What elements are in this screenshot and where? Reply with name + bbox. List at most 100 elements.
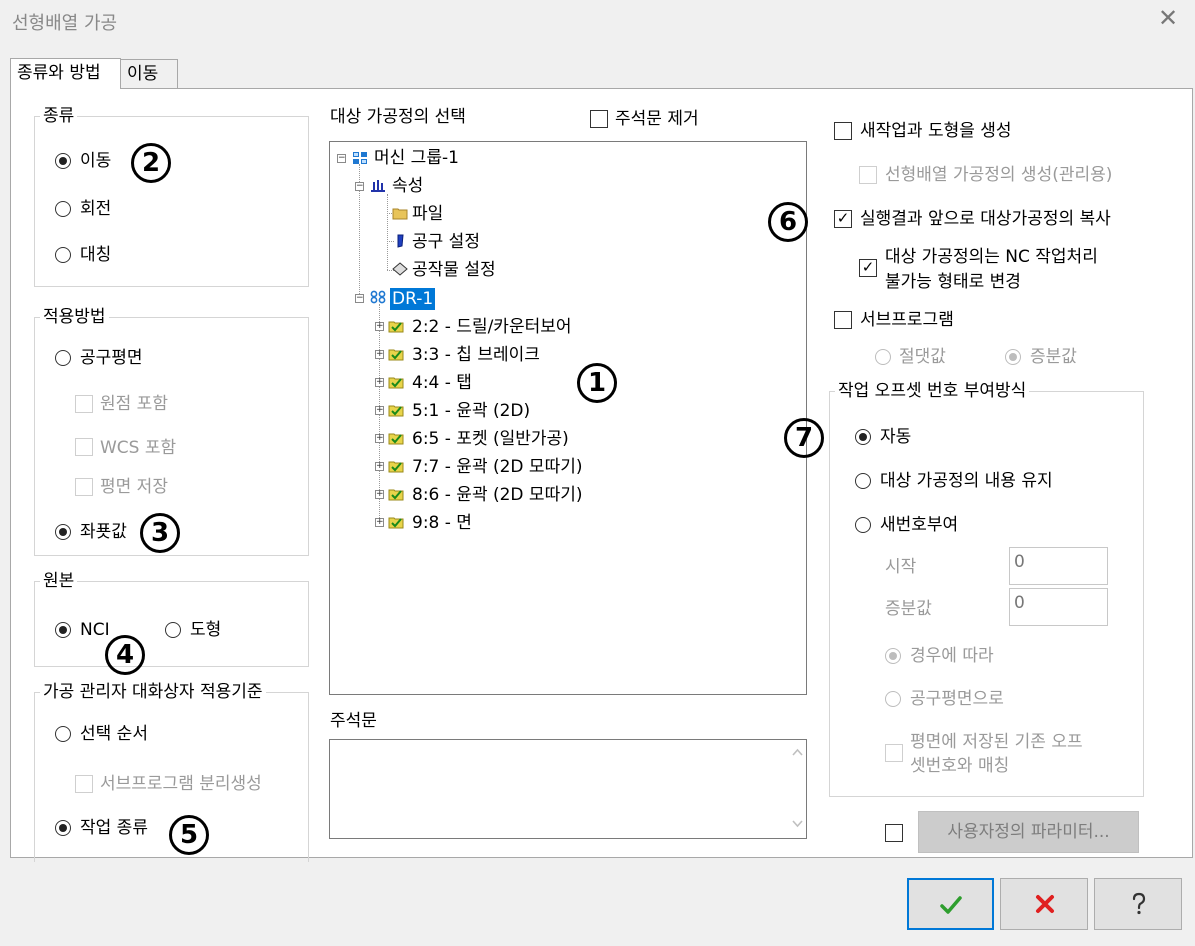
manager-group-label: 가공 관리자 대화상자 적용기준 — [40, 682, 266, 702]
callout-7: 7 — [784, 418, 824, 458]
origin-include-label: 원점 포함 — [100, 394, 168, 414]
plane-save-checkbox[interactable] — [75, 478, 93, 496]
new-op-geometry-checkbox[interactable] — [834, 122, 852, 140]
match-offset-label-line2: 셋번호와 매칭 — [910, 756, 1010, 776]
source-group-label: 원본 — [40, 571, 78, 591]
as-case-label: 경우에 따라 — [910, 646, 994, 666]
offset-group-label: 작업 오프셋 번호 부여방식 — [835, 381, 1030, 401]
as-case-radio[interactable] — [885, 648, 901, 664]
offset-keep-radio[interactable] — [855, 473, 871, 489]
remove-comments-checkbox[interactable] — [590, 110, 608, 128]
tab-type-method[interactable]: 종류와 방법 — [10, 58, 121, 89]
expand-icon[interactable]: + — [375, 322, 384, 331]
wcs-include-checkbox[interactable] — [75, 438, 93, 456]
operation-folder-icon — [388, 461, 404, 473]
offset-renumber-label: 새번호부여 — [880, 515, 959, 535]
tree-operation[interactable]: 5:1 - 윤곽 (2D) — [412, 400, 530, 422]
tree-file[interactable]: 파일 — [412, 203, 443, 225]
scroll-up-icon[interactable] — [792, 748, 803, 756]
tree-operation[interactable]: 8:6 - 윤곽 (2D 모따기) — [412, 484, 582, 506]
tree-operation[interactable]: 2:2 - 드릴/카운터보어 — [412, 316, 572, 338]
offset-auto-radio[interactable] — [855, 429, 871, 445]
window-title: 선형배열 가공 — [12, 13, 118, 34]
copy-before-after-checkbox[interactable]: ✓ — [834, 210, 852, 228]
method-coordinates-radio[interactable] — [55, 524, 71, 540]
expand-icon[interactable]: + — [375, 350, 384, 359]
scroll-down-icon[interactable] — [792, 820, 803, 828]
disable-nc-checkbox[interactable]: ✓ — [859, 259, 877, 277]
expand-icon[interactable]: + — [375, 406, 384, 415]
collapse-icon[interactable]: − — [337, 154, 346, 163]
operation-tree[interactable]: − 머신 그룹-1 − 속성 파일 공구 설정 공작물 설정 − DR-1 + … — [329, 141, 807, 695]
expand-icon[interactable]: + — [375, 490, 384, 499]
tree-tool-settings[interactable]: 공구 설정 — [412, 231, 480, 253]
method-group-label: 적용방법 — [40, 307, 109, 327]
help-button[interactable] — [1094, 878, 1182, 930]
method-tool-plane-radio[interactable] — [55, 350, 71, 366]
callout-3: 3 — [140, 513, 180, 553]
tree-properties[interactable]: 속성 — [392, 175, 423, 197]
tree-operation[interactable]: 3:3 - 칩 브레이크 — [412, 344, 540, 366]
custom-params-button[interactable]: 사용자정의 파라미터... — [918, 811, 1139, 853]
type-move-label: 이동 — [80, 151, 112, 171]
operation-folder-icon — [388, 377, 404, 389]
target-label: 대상 가공정의 선택 — [330, 107, 466, 127]
tree-toolpath-group[interactable]: DR-1 — [390, 288, 436, 310]
op-type-radio[interactable] — [55, 820, 71, 836]
type-mirror-radio[interactable] — [55, 247, 71, 263]
operation-folder-icon — [388, 433, 404, 445]
by-tool-plane-radio[interactable] — [885, 691, 901, 707]
match-offset-label-line1: 평면에 저장된 기존 오프 — [910, 732, 1083, 752]
expand-icon[interactable]: + — [375, 434, 384, 443]
operation-folder-icon — [388, 405, 404, 417]
custom-params-checkbox[interactable] — [885, 824, 903, 842]
type-group — [34, 116, 309, 287]
new-op-geometry-label: 새작업과 도형을 생성 — [860, 121, 1012, 141]
check-icon — [940, 896, 962, 914]
match-offset-checkbox[interactable] — [885, 744, 903, 762]
offset-renumber-radio[interactable] — [855, 517, 871, 533]
collapse-icon[interactable]: − — [355, 182, 364, 191]
tree-stock-settings[interactable]: 공작물 설정 — [412, 259, 496, 281]
expand-icon[interactable]: + — [375, 518, 384, 527]
subprogram-separate-checkbox[interactable] — [75, 775, 93, 793]
expand-icon[interactable]: + — [375, 462, 384, 471]
comment-scrollbar[interactable] — [789, 740, 806, 838]
tree-operation[interactable]: 4:4 - 탭 — [412, 372, 472, 394]
tree-machine-group[interactable]: 머신 그룹-1 — [374, 147, 459, 169]
ok-button[interactable] — [907, 878, 994, 930]
source-geometry-label: 도형 — [190, 620, 222, 640]
type-rotate-radio[interactable] — [55, 201, 71, 217]
tab-move[interactable]: 이동 — [120, 59, 178, 88]
operation-folder-icon — [388, 321, 404, 333]
close-icon[interactable]: ✕ — [1156, 6, 1180, 30]
tree-operation[interactable]: 9:8 - 면 — [412, 512, 472, 534]
operation-folder-icon — [388, 489, 404, 501]
collapse-icon[interactable]: − — [355, 294, 364, 303]
by-tool-plane-label: 공구평면으로 — [910, 689, 1004, 709]
absolute-radio[interactable] — [875, 349, 891, 365]
origin-include-checkbox[interactable] — [75, 395, 93, 413]
tree-operation[interactable]: 6:5 - 포켓 (일반가공) — [412, 428, 569, 450]
cancel-button[interactable] — [1000, 878, 1088, 930]
type-group-label: 종류 — [40, 106, 78, 126]
op-type-label: 작업 종류 — [80, 818, 148, 838]
subprogram-checkbox[interactable] — [834, 311, 852, 329]
select-order-radio[interactable] — [55, 726, 71, 742]
type-rotate-label: 회전 — [80, 199, 112, 219]
source-nci-radio[interactable] — [55, 622, 71, 638]
increment-input[interactable]: 0 — [1009, 588, 1108, 626]
start-input[interactable]: 0 — [1009, 547, 1108, 585]
type-move-radio[interactable] — [55, 153, 71, 169]
tree-operation[interactable]: 7:7 - 윤곽 (2D 모따기) — [412, 456, 582, 478]
plane-save-label: 평면 저장 — [100, 477, 168, 497]
linear-def-manage-checkbox[interactable] — [859, 166, 877, 184]
incremental-radio[interactable] — [1005, 349, 1021, 365]
disable-nc-label-line2: 불가능 형태로 변경 — [885, 272, 1021, 292]
remove-comments-label: 주석문 제거 — [615, 109, 699, 129]
source-geometry-radio[interactable] — [165, 622, 181, 638]
select-order-label: 선택 순서 — [80, 724, 148, 744]
callout-2: 2 — [131, 143, 171, 183]
expand-icon[interactable]: + — [375, 378, 384, 387]
comment-textarea[interactable] — [329, 739, 807, 839]
